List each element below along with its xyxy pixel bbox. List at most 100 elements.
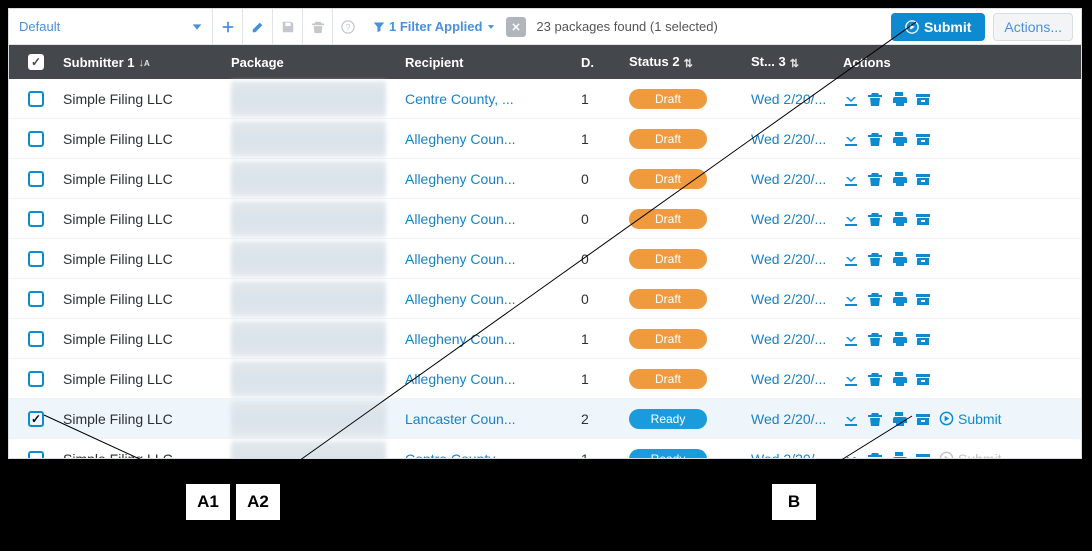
row-checkbox[interactable]: [28, 91, 44, 107]
cell-recipient[interactable]: Allegheny Coun...: [405, 211, 581, 227]
row-checkbox[interactable]: [28, 331, 44, 347]
download-icon[interactable]: [843, 171, 859, 187]
cell-date[interactable]: Wed 2/20/...: [751, 371, 843, 387]
col-date[interactable]: St... 3⇅: [751, 54, 843, 69]
status-badge: Draft: [629, 329, 707, 349]
cell-date[interactable]: Wed 2/20/...: [751, 171, 843, 187]
archive-icon[interactable]: [915, 451, 931, 460]
download-icon[interactable]: [843, 91, 859, 107]
filter-dropdown[interactable]: 1 Filter Applied: [363, 9, 506, 44]
cell-date[interactable]: Wed 2/20/...: [751, 211, 843, 227]
table-row: Simple Filing LLC Allegheny Coun... 1 Dr…: [9, 359, 1081, 399]
row-checkbox[interactable]: [28, 171, 44, 187]
cell-date[interactable]: Wed 2/20/...: [751, 131, 843, 147]
cell-date[interactable]: Wed 2/20/...: [751, 91, 843, 107]
filter-label: 1 Filter Applied: [389, 19, 482, 34]
cell-recipient[interactable]: Centre County, ...: [405, 451, 581, 460]
view-selector[interactable]: Default: [9, 9, 213, 44]
status-badge: Draft: [629, 289, 707, 309]
cell-recipient[interactable]: Lancaster Coun...: [405, 411, 581, 427]
trash-icon[interactable]: [867, 451, 883, 460]
submit-label: Submit: [924, 19, 971, 35]
print-icon[interactable]: [891, 451, 907, 460]
submit-button[interactable]: Submit: [891, 13, 985, 41]
row-checkbox[interactable]: [28, 131, 44, 147]
cell-recipient[interactable]: Allegheny Coun...: [405, 171, 581, 187]
archive-icon[interactable]: [915, 211, 931, 227]
archive-icon[interactable]: [915, 411, 931, 427]
trash-icon[interactable]: [867, 171, 883, 187]
row-checkbox[interactable]: [28, 451, 44, 460]
cell-package: [231, 161, 405, 197]
trash-icon[interactable]: [867, 411, 883, 427]
download-icon[interactable]: [843, 131, 859, 147]
cell-date[interactable]: Wed 2/20/...: [751, 451, 843, 460]
trash-icon[interactable]: [867, 131, 883, 147]
download-icon[interactable]: [843, 411, 859, 427]
archive-icon[interactable]: [915, 91, 931, 107]
cell-recipient[interactable]: Allegheny Coun...: [405, 371, 581, 387]
print-icon[interactable]: [891, 131, 907, 147]
col-status[interactable]: Status 2⇅: [629, 54, 751, 69]
cell-recipient[interactable]: Allegheny Coun...: [405, 131, 581, 147]
archive-icon[interactable]: [915, 171, 931, 187]
print-icon[interactable]: [891, 291, 907, 307]
print-icon[interactable]: [891, 171, 907, 187]
edit-button[interactable]: [243, 9, 273, 44]
cell-recipient[interactable]: Allegheny Coun...: [405, 251, 581, 267]
download-icon[interactable]: [843, 371, 859, 387]
play-circle-icon: [939, 411, 954, 426]
trash-icon[interactable]: [867, 251, 883, 267]
download-icon[interactable]: [843, 291, 859, 307]
col-recipient[interactable]: Recipient: [405, 55, 581, 70]
help-button[interactable]: ?: [333, 9, 363, 44]
print-icon[interactable]: [891, 411, 907, 427]
archive-icon[interactable]: [915, 291, 931, 307]
trash-icon[interactable]: [867, 291, 883, 307]
row-checkbox[interactable]: [28, 251, 44, 267]
trash-icon[interactable]: [867, 371, 883, 387]
download-icon[interactable]: [843, 331, 859, 347]
clear-filter-button[interactable]: [506, 17, 526, 37]
sort-icon: ⇅: [684, 58, 693, 70]
cell-recipient[interactable]: Allegheny Coun...: [405, 291, 581, 307]
archive-icon[interactable]: [915, 251, 931, 267]
cell-package: [231, 321, 405, 357]
print-icon[interactable]: [891, 331, 907, 347]
col-submitter[interactable]: Submitter 1↓A: [63, 55, 231, 70]
trash-icon[interactable]: [867, 211, 883, 227]
row-checkbox[interactable]: [28, 211, 44, 227]
row-checkbox[interactable]: [28, 291, 44, 307]
add-button[interactable]: [213, 9, 243, 44]
cell-date[interactable]: Wed 2/20/...: [751, 291, 843, 307]
download-icon[interactable]: [843, 251, 859, 267]
trash-icon[interactable]: [867, 91, 883, 107]
row-submit-button[interactable]: Submit: [939, 411, 1002, 427]
cell-date[interactable]: Wed 2/20/...: [751, 411, 843, 427]
print-icon[interactable]: [891, 251, 907, 267]
delete-button: [303, 9, 333, 44]
cell-date[interactable]: Wed 2/20/...: [751, 251, 843, 267]
archive-icon[interactable]: [915, 131, 931, 147]
cell-date[interactable]: Wed 2/20/...: [751, 331, 843, 347]
col-d[interactable]: D.: [581, 55, 629, 70]
cell-recipient[interactable]: Allegheny Coun...: [405, 331, 581, 347]
archive-icon[interactable]: [915, 371, 931, 387]
cell-status: Draft: [629, 329, 751, 349]
print-icon[interactable]: [891, 211, 907, 227]
print-icon[interactable]: [891, 91, 907, 107]
row-checkbox[interactable]: [28, 411, 44, 427]
col-package[interactable]: Package: [231, 55, 405, 70]
archive-icon[interactable]: [915, 331, 931, 347]
print-icon[interactable]: [891, 371, 907, 387]
row-checkbox[interactable]: [28, 371, 44, 387]
select-all-checkbox[interactable]: [28, 54, 44, 70]
actions-button[interactable]: Actions...: [993, 13, 1073, 41]
download-icon[interactable]: [843, 211, 859, 227]
download-icon[interactable]: [843, 451, 859, 460]
cell-recipient[interactable]: Centre County, ...: [405, 91, 581, 107]
play-circle-icon: [939, 451, 954, 459]
help-icon: ?: [341, 20, 355, 34]
trash-icon[interactable]: [867, 331, 883, 347]
cell-submitter: Simple Filing LLC: [63, 131, 231, 147]
